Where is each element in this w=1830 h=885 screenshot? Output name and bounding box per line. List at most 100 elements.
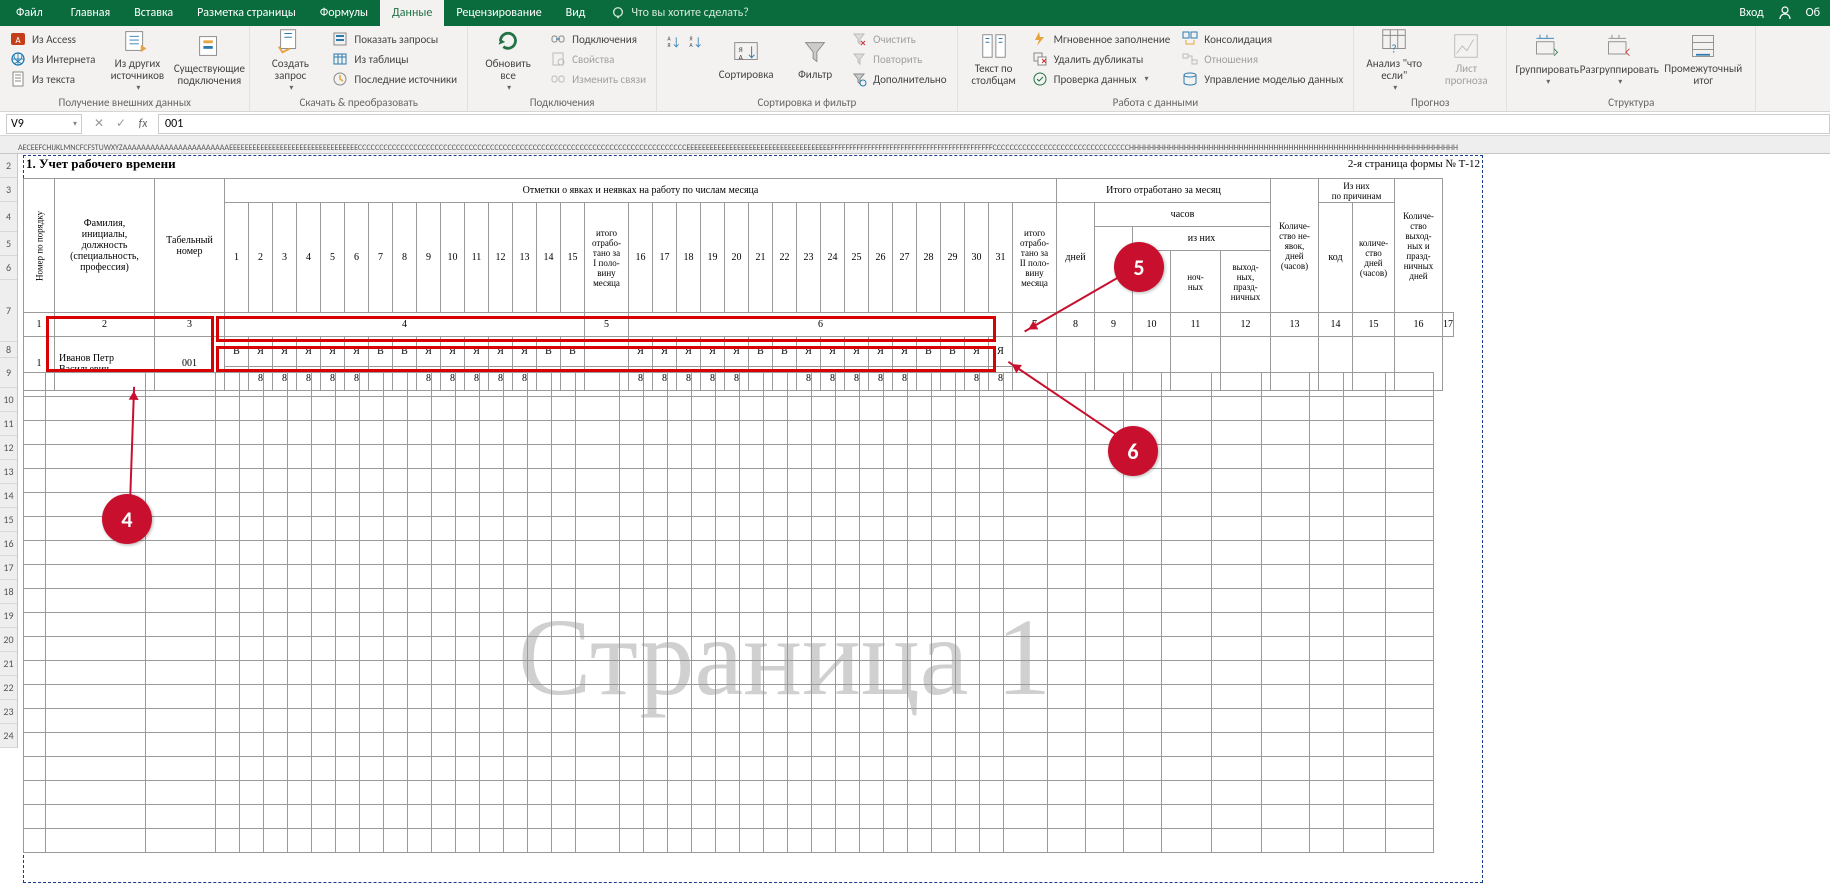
- btn-new-query[interactable]: Создать запрос▾: [256, 28, 324, 90]
- other-sources-icon: [122, 26, 152, 56]
- forecast-icon: [1451, 31, 1481, 61]
- sheet-area[interactable]: 2 3 4 5 6 7 8 9 10 111213141516171819202…: [0, 154, 1830, 885]
- svg-text:?: ?: [1392, 42, 1397, 56]
- edit-links-icon: [550, 71, 566, 87]
- btn-consolidate[interactable]: Консолидация: [1178, 30, 1347, 48]
- tab-layout[interactable]: Разметка страницы: [185, 0, 308, 26]
- btn-data-valid[interactable]: Проверка данных▾: [1028, 70, 1175, 88]
- group-icon: [1532, 32, 1562, 62]
- share-icon[interactable]: [1774, 2, 1796, 24]
- group-sort-filter: Сортировка и фильтр: [757, 94, 856, 111]
- new-query-icon: [275, 26, 305, 56]
- btn-edit-links: Изменить связи: [546, 70, 650, 88]
- whatif-icon: ?: [1379, 26, 1409, 56]
- sort-icon: ЯА: [731, 37, 761, 67]
- clear-icon: [851, 31, 867, 47]
- flash-icon: [1032, 31, 1048, 47]
- tab-review[interactable]: Рецензирование: [444, 0, 553, 26]
- group-data-tools: Работа с данными: [1113, 94, 1199, 111]
- btn-connections[interactable]: Подключения: [546, 30, 650, 48]
- btn-properties: Свойства: [546, 50, 650, 68]
- refresh-icon: [493, 26, 523, 56]
- row-headers[interactable]: 2 3 4 5 6 7 8 9 10 111213141516171819202…: [0, 154, 18, 748]
- tell-me[interactable]: Что вы хотите сделать?: [597, 6, 762, 20]
- rel-icon: [1182, 51, 1198, 67]
- recent-icon: [332, 71, 348, 87]
- sort-asc-icon: АЯ: [665, 34, 681, 50]
- advanced-icon: [851, 71, 867, 87]
- btn-from-access[interactable]: AИз Access: [6, 30, 99, 48]
- highlight-fio: [46, 316, 214, 372]
- tab-insert[interactable]: Вставка: [122, 0, 185, 26]
- tab-home[interactable]: Главная: [59, 0, 122, 26]
- btn-forecast-sheet: Лист прогноза: [1432, 28, 1500, 90]
- fx-icon[interactable]: fx: [132, 114, 154, 134]
- callout-5: 5: [1114, 242, 1164, 292]
- cancel-icon[interactable]: ✕: [88, 114, 110, 134]
- tab-data[interactable]: Данные: [380, 0, 444, 26]
- btn-remove-dup[interactable]: Удалить дубликаты: [1028, 50, 1175, 68]
- group-get-transform: Скачать & преобразовать: [300, 94, 418, 111]
- sort-desc-icon: ЯА: [687, 34, 703, 50]
- ribbon: AИз Access Из Интернета Из текста Из дру…: [0, 26, 1830, 112]
- group-connections: Подключения: [530, 94, 595, 111]
- btn-text-to-columns[interactable]: Текст по столбцам: [964, 28, 1024, 90]
- btn-from-other[interactable]: Из других источников▾: [103, 28, 171, 90]
- tab-view[interactable]: Вид: [554, 0, 598, 26]
- btn-sort[interactable]: ЯАСортировка: [709, 28, 783, 90]
- btn-refresh-all[interactable]: Обновить все▾: [474, 28, 542, 90]
- show-queries-icon: [332, 31, 348, 47]
- formula-bar: V9▾ ✕ ✓ fx 001: [0, 112, 1830, 136]
- remove-dup-icon: [1032, 51, 1048, 67]
- group-outline: Структура: [1608, 94, 1654, 111]
- svg-text:A: A: [15, 35, 21, 46]
- formula-input[interactable]: 001: [158, 114, 1830, 134]
- consolidate-icon: [1182, 31, 1198, 47]
- data-model-icon: [1182, 71, 1198, 87]
- btn-what-if[interactable]: ?Анализ "что если"▾: [1360, 28, 1428, 90]
- btn-data-model[interactable]: Управление моделью данных: [1178, 70, 1347, 88]
- btn-sort-desc[interactable]: ЯА: [685, 32, 705, 52]
- ungroup-icon: [1604, 32, 1634, 62]
- btn-recent-sources[interactable]: Последние источники: [328, 70, 461, 88]
- name-box[interactable]: V9▾: [6, 114, 82, 134]
- column-headers[interactable]: AECEEFCHIJKLMNCFCFSTUWXYZAAAAAAAAAAAAAAA…: [0, 136, 1830, 154]
- btn-from-table[interactable]: Из таблицы: [328, 50, 461, 68]
- link-chain-icon: [550, 31, 566, 47]
- tab-file[interactable]: Файл: [0, 0, 59, 26]
- btn-from-text[interactable]: Из текста: [6, 70, 99, 88]
- btn-ungroup[interactable]: Разгруппировать▾: [1585, 28, 1653, 90]
- tell-me-label: Что вы хотите сделать?: [631, 6, 748, 20]
- btn-flash-fill[interactable]: Мгновенное заполнение: [1028, 30, 1175, 48]
- svg-text:Я: Я: [668, 42, 671, 49]
- btn-sort-asc[interactable]: АЯ: [663, 32, 683, 52]
- btn-reapply: Повторить: [847, 50, 950, 68]
- menu-bar: Файл Главная Вставка Разметка страницы Ф…: [0, 0, 1830, 26]
- btn-subtotal[interactable]: Промежуточный итог: [1657, 28, 1749, 90]
- btn-advanced[interactable]: Дополнительно: [847, 70, 950, 88]
- access-icon: A: [10, 31, 26, 47]
- callout-4: 4: [102, 494, 152, 544]
- svg-text:А: А: [690, 42, 694, 49]
- btn-group[interactable]: Группировать▾: [1513, 28, 1581, 90]
- enter-icon[interactable]: ✓: [110, 114, 132, 134]
- tab-formulas[interactable]: Формулы: [308, 0, 380, 26]
- props-icon: [550, 51, 566, 67]
- text-file-icon: [10, 71, 26, 87]
- reapply-icon: [851, 51, 867, 67]
- connections-icon: [194, 31, 224, 61]
- btn-from-web[interactable]: Из Интернета: [6, 50, 99, 68]
- btn-show-queries[interactable]: Показать запросы: [328, 30, 461, 48]
- highlight-row1: [216, 316, 996, 342]
- table-icon: [332, 51, 348, 67]
- btn-relationships: Отношения: [1178, 50, 1347, 68]
- subtotal-icon: [1688, 31, 1718, 61]
- highlight-row2: [216, 346, 996, 372]
- validation-icon: [1032, 71, 1048, 87]
- group-forecast: Прогноз: [1411, 94, 1450, 111]
- btn-filter[interactable]: Фильтр: [787, 28, 843, 90]
- share-label: Об: [1796, 6, 1830, 20]
- funnel-icon: [800, 37, 830, 67]
- login-button[interactable]: Вход: [1729, 6, 1773, 20]
- btn-existing-conn[interactable]: Существующие подключения: [175, 28, 243, 90]
